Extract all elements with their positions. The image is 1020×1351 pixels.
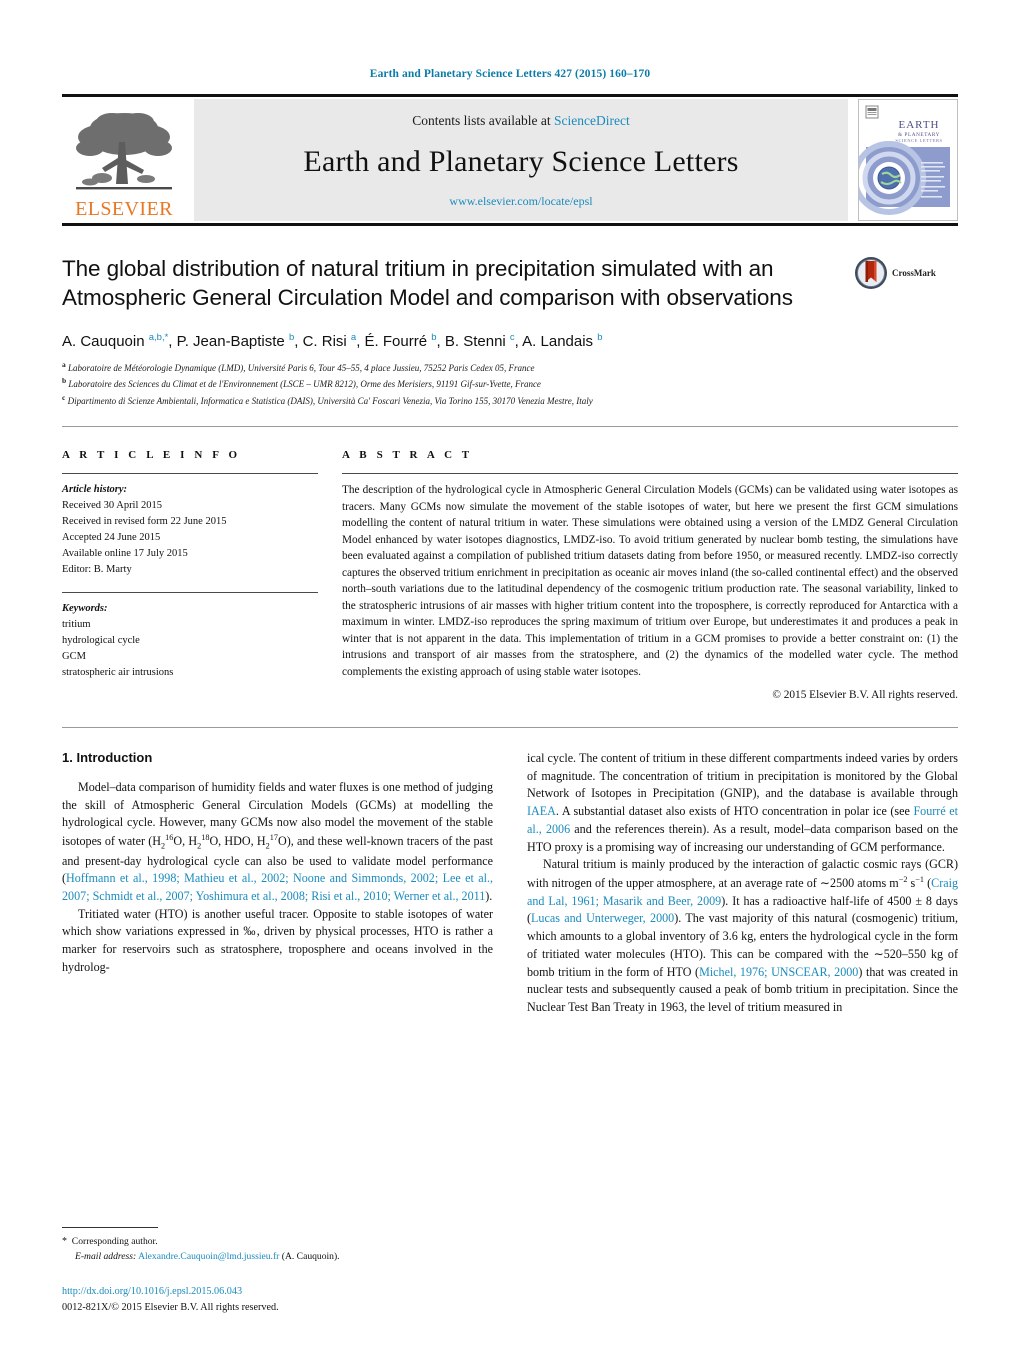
body-text: ical cycle. The content of tritium in th… [527, 751, 958, 801]
keywords-label: Keywords: [62, 602, 108, 614]
issn-copyright-line: 0012-821X/© 2015 Elsevier B.V. All right… [62, 1301, 279, 1313]
affiliation-mark-c: c [62, 392, 66, 402]
affiliation-list: a Laboratoire de Météorologie Dynamique … [62, 359, 958, 409]
footnote-star: * [62, 1236, 67, 1248]
history-item: Available online 17 July 2015 [62, 548, 188, 560]
post-abstract-rule [62, 727, 958, 729]
affiliation-mark-b: b [62, 376, 67, 386]
body-text: and the references therein). As a result… [527, 821, 958, 854]
body-columns: 1. Introduction Model–data comparison of… [62, 750, 958, 1017]
journal-url-link[interactable]: www.elsevier.com/locate/epsl [449, 194, 592, 209]
citation-link[interactable]: IAEA [527, 804, 556, 818]
journal-cover-thumbnail: EARTH & PLANETARY SCIENCE LETTERS [858, 99, 958, 221]
affiliation-c: c Dipartimento di Scienze Ambientali, In… [62, 392, 958, 409]
crossmark-icon [855, 257, 887, 289]
article-info-heading: A R T I C L E I N F O [62, 449, 241, 462]
masthead-bottom-rule [62, 223, 958, 226]
contents-prefix: Contents lists available at [412, 113, 554, 128]
keyword-item: hydrological cycle [62, 634, 140, 646]
affiliation-b: b Laboratoire des Sciences du Climat et … [62, 375, 958, 392]
sciencedirect-link[interactable]: ScienceDirect [554, 113, 630, 128]
elsevier-logo: ELSEVIER [62, 99, 186, 221]
abstract-rule [342, 473, 958, 475]
article-info-rule [62, 473, 318, 475]
body-text: Tritiated water (HTO) is another useful … [62, 906, 493, 974]
running-head: Earth and Planetary Science Letters 427 … [369, 68, 651, 80]
abstract-copyright: © 2015 Elsevier B.V. All rights reserved… [772, 689, 958, 702]
author-list: A. Cauquoin a,b,*, P. Jean-Baptiste b, C… [62, 331, 603, 350]
citation-link[interactable]: Hoffmann et al., 1998; Mathieu et al., 2… [62, 871, 493, 903]
article-page: Earth and Planetary Science Letters 427 … [0, 0, 1020, 1351]
body-text: ). [485, 889, 493, 904]
journal-masthead: ELSEVIER Contents lists available at Sci… [62, 99, 958, 221]
body-text: . A substantial dataset also exists of H… [555, 804, 914, 819]
body-column-right: ical cycle. The content of tritium in th… [527, 750, 958, 1017]
citation-link[interactable]: Lucas and Unterweger, 2000 [531, 911, 674, 925]
keyword-item: stratospheric air intrusions [62, 666, 174, 678]
doi-link[interactable]: http://dx.doi.org/10.1016/j.epsl.2015.06… [62, 1284, 279, 1299]
article-history: Article history: Received 30 April 2015 … [62, 482, 318, 578]
page-title: The global distribution of natural triti… [62, 256, 793, 311]
affiliation-text-a: Laboratoire de Météorologie Dynamique (L… [68, 362, 535, 373]
email-link[interactable]: Alexandre.Cauquoin@lmd.jussieu.fr [138, 1251, 279, 1262]
body-column-left: 1. Introduction Model–data comparison of… [62, 750, 493, 1017]
contents-available-line: Contents lists available at ScienceDirec… [412, 113, 629, 129]
svg-text:SCIENCE LETTERS: SCIENCE LETTERS [895, 138, 942, 143]
history-item: Received 30 April 2015 [62, 500, 163, 512]
abstract-text: The description of the hydrological cycl… [342, 484, 958, 678]
abstract-heading: A B S T R A C T [342, 449, 473, 462]
email-line: E-mail address: Alexandre.Cauquoin@lmd.j… [62, 1250, 509, 1265]
svg-text:EARTH: EARTH [898, 119, 939, 131]
elsevier-tree-icon [76, 113, 172, 190]
isotope-formula: 216O, H218O, HDO, H217O [161, 833, 287, 851]
body-text: Natural tritium is mainly produced by th… [527, 857, 958, 890]
doi-block: http://dx.doi.org/10.1016/j.epsl.2015.06… [62, 1284, 279, 1315]
affiliation-mark-a: a [62, 359, 66, 369]
journal-title: Earth and Planetary Science Letters [303, 144, 739, 178]
email-label: E-mail address: [75, 1251, 137, 1263]
body-paragraph: Model–data comparison of humidity fields… [62, 779, 493, 906]
abstract-column: A B S T R A C T The description of the h… [342, 449, 958, 701]
keywords-rule [62, 591, 318, 593]
crossmark-badge[interactable]: CrossMark [854, 254, 958, 290]
citation-link[interactable]: Michel, 1976; UNSCEAR, 2000 [699, 965, 858, 979]
corresponding-line: * Corresponding author. [62, 1234, 509, 1250]
crossmark-label: CrossMark [892, 268, 936, 278]
masthead-top-rule [62, 94, 958, 97]
email-suffix: (A. Cauquoin). [281, 1251, 340, 1263]
affiliation-text-b: Laboratoire des Sciences du Climat et de… [68, 379, 541, 390]
history-item: Received in revised form 22 June 2015 [62, 516, 227, 528]
cover-artwork: EARTH & PLANETARY SCIENCE LETTERS [859, 100, 957, 220]
article-history-label: Article history: [62, 484, 128, 496]
affiliation-text-c: Dipartimento di Scienze Ambientali, Info… [67, 395, 593, 406]
elsevier-wordmark: ELSEVIER [75, 198, 173, 220]
info-abstract-row: A R T I C L E I N F O Article history: R… [62, 449, 958, 701]
body-paragraph: Natural tritium is mainly produced by th… [527, 856, 958, 1016]
body-paragraph: Tritiated water (HTO) is another useful … [62, 906, 493, 977]
keyword-item: GCM [62, 650, 86, 662]
corresponding-author-note: * Corresponding author. E-mail address: … [62, 1234, 509, 1265]
keywords-block: Keywords: tritium hydrological cycle GCM… [62, 601, 318, 681]
pre-info-rule [62, 426, 958, 428]
title-block: The global distribution of natural triti… [62, 254, 958, 313]
footnote-block: * Corresponding author. E-mail address: … [62, 1227, 509, 1265]
body-paragraph: ical cycle. The content of tritium in th… [527, 750, 958, 856]
affiliation-a: a Laboratoire de Météorologie Dynamique … [62, 359, 958, 376]
title-text-wrap: The global distribution of natural triti… [62, 254, 854, 313]
production-rate-units: −2 s−1 [898, 874, 925, 890]
article-info-column: A R T I C L E I N F O Article history: R… [62, 449, 342, 701]
section-heading-introduction: 1. Introduction [62, 750, 153, 766]
history-item: Accepted 24 June 2015 [62, 532, 161, 544]
history-item: Editor: B. Marty [62, 564, 132, 575]
keyword-item: tritium [62, 618, 91, 630]
footnote-rule [62, 1227, 158, 1229]
masthead-center: Contents lists available at ScienceDirec… [194, 99, 848, 221]
corresponding-text: Corresponding author. [71, 1236, 158, 1248]
